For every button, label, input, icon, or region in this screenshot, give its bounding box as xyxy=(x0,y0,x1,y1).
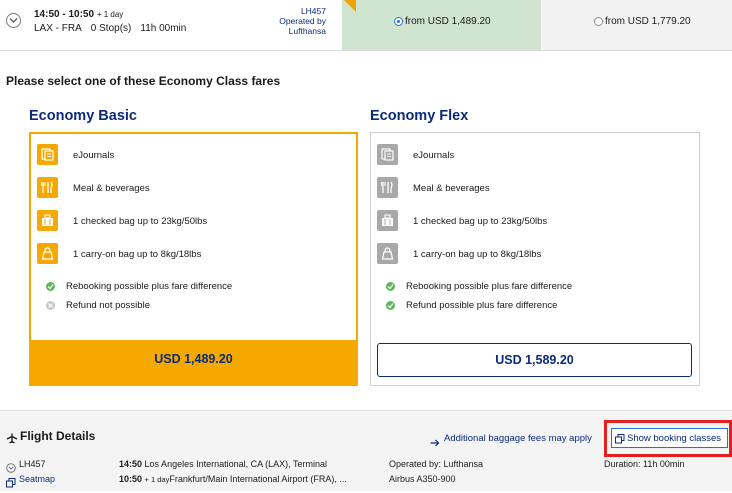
business-fare-label: from USD 1,779.20 xyxy=(605,16,691,27)
carry-on-icon xyxy=(37,243,58,264)
check-icon xyxy=(386,301,395,310)
business-radio[interactable] xyxy=(594,17,603,26)
detail-flight-number: LH457 xyxy=(19,459,46,469)
arrow-right-icon xyxy=(430,434,440,452)
aircraft-type: Airbus A350-900 xyxy=(389,474,456,484)
plane-icon xyxy=(6,431,18,449)
feature-label: 1 carry-on bag up to 8kg/18lbs xyxy=(413,249,541,260)
highlight-box xyxy=(604,420,732,457)
price-basic[interactable]: USD 1,489.20 xyxy=(31,352,356,366)
seatmap-link[interactable]: Seatmap xyxy=(19,474,55,484)
ejournal-icon xyxy=(37,144,58,165)
baggage-fees-link[interactable]: Additional baggage fees may apply xyxy=(444,433,592,444)
feature-label: Meal & beverages xyxy=(413,183,490,194)
feature-label: 1 checked bag up to 23kg/50lbs xyxy=(413,216,547,227)
fare-title-flex: Economy Flex xyxy=(370,108,468,124)
checked-bag-icon xyxy=(377,210,398,231)
departure-info: 14:50 Los Angeles International, CA (LAX… xyxy=(119,459,327,469)
condition-label: Refund not possible xyxy=(66,300,150,311)
flight-times: 14:50 - 10:50 + 1 day xyxy=(34,9,123,20)
check-icon xyxy=(46,282,55,291)
economy-fare-label: from USD 1,489.20 xyxy=(405,16,491,27)
expand-chevron-icon[interactable] xyxy=(6,13,21,28)
fare-title-basic: Economy Basic xyxy=(29,108,137,124)
feature-label: eJournals xyxy=(413,150,454,161)
feature-label: 1 carry-on bag up to 8kg/18lbs xyxy=(73,249,201,260)
flight-number-operator: LH457 Operated by Lufthansa xyxy=(258,6,326,36)
cross-icon xyxy=(46,301,55,310)
arrival-info: 10:50 + 1 dayFrankfurt/Main Internationa… xyxy=(119,474,347,484)
feature-label: Meal & beverages xyxy=(73,183,150,194)
condition-label: Rebooking possible plus fare difference xyxy=(406,281,572,292)
flight-duration: Duration: 11h 00min xyxy=(604,459,684,469)
condition-label: Refund possible plus fare difference xyxy=(406,300,557,311)
ejournal-icon xyxy=(377,144,398,165)
feature-label: eJournals xyxy=(73,150,114,161)
feature-label: 1 checked bag up to 23kg/50lbs xyxy=(73,216,207,227)
carry-on-icon xyxy=(377,243,398,264)
meal-icon xyxy=(37,177,58,198)
external-window-icon xyxy=(6,475,16,493)
checked-bag-icon xyxy=(37,210,58,231)
selected-corner-marker xyxy=(344,0,356,12)
section-title: Please select one of these Economy Class… xyxy=(6,74,280,88)
meal-icon xyxy=(377,177,398,198)
economy-radio[interactable] xyxy=(394,17,403,26)
condition-label: Rebooking possible plus fare difference xyxy=(66,281,232,292)
flight-route: LAX - FRA0 Stop(s)11h 00min xyxy=(34,23,195,34)
flight-details-title: Flight Details xyxy=(20,429,95,443)
price-flex[interactable]: USD 1,589.20 xyxy=(377,353,692,367)
operated-by: Operated by: Lufthansa xyxy=(389,459,483,469)
check-icon xyxy=(386,282,395,291)
